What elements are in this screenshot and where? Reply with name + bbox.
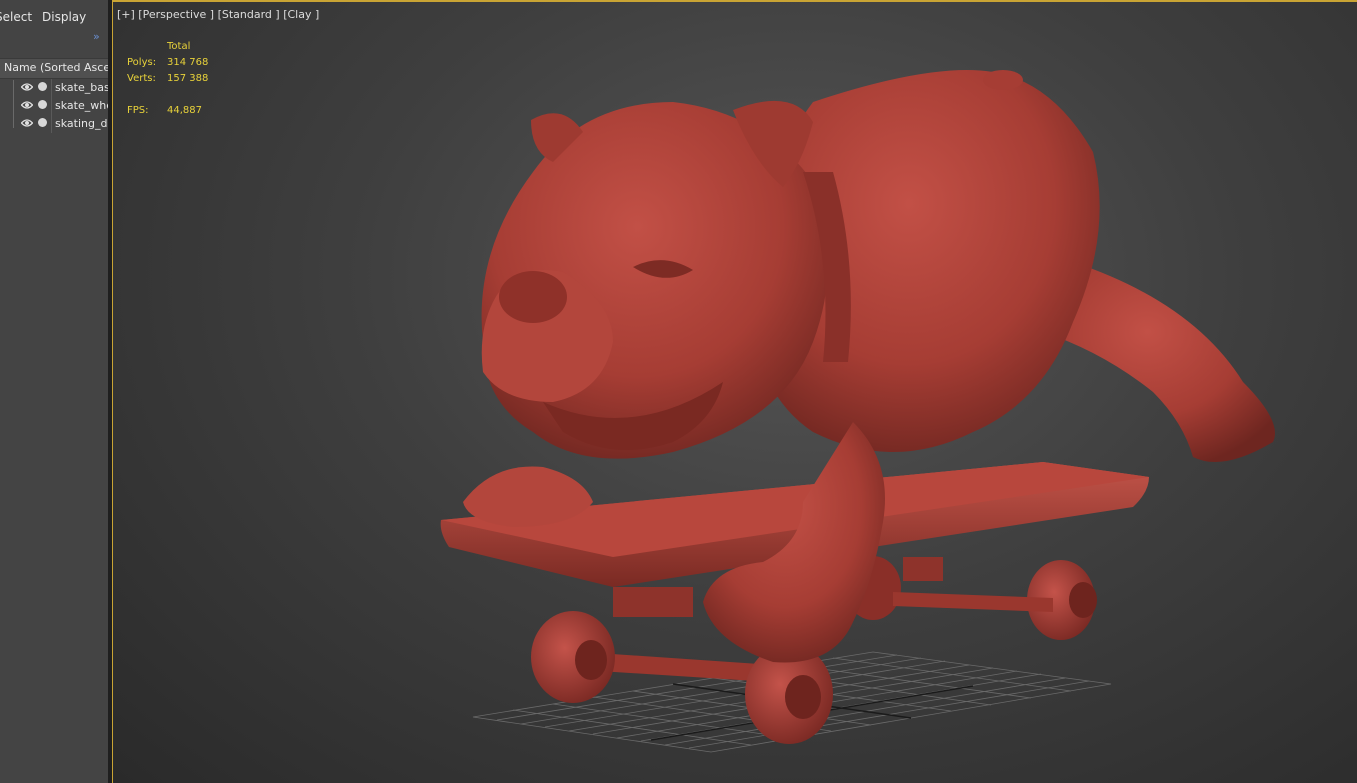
scene-item-label: skate_wheels bbox=[55, 99, 108, 112]
scene-item-skate-base[interactable]: skate_base bbox=[0, 79, 108, 97]
eye-icon[interactable] bbox=[21, 81, 33, 93]
stats-fps-label: FPS: bbox=[127, 105, 149, 116]
render-toggle-icon[interactable] bbox=[38, 100, 47, 109]
eye-icon[interactable] bbox=[21, 117, 33, 129]
scene-explorer: Select Display » Name (Sorted Ascending)… bbox=[0, 0, 108, 783]
row-divider bbox=[51, 79, 52, 97]
name-column-header[interactable]: Name (Sorted Ascending) bbox=[0, 58, 108, 79]
stats-total-label: Total bbox=[167, 41, 191, 52]
viewport-scene[interactable] bbox=[113, 2, 1357, 783]
expand-chevron-icon[interactable]: » bbox=[93, 30, 100, 43]
select-menu[interactable]: Select bbox=[0, 10, 32, 24]
scene-item-label: skate_base bbox=[55, 81, 108, 94]
perspective-viewport[interactable]: [+] [Perspective ] [Standard ] [Clay ] T… bbox=[112, 0, 1357, 783]
viewport-label[interactable]: [+] [Perspective ] [Standard ] [Clay ] bbox=[117, 8, 319, 21]
eye-icon[interactable] bbox=[21, 99, 33, 111]
stats-verts-value: 157 388 bbox=[167, 73, 209, 84]
stats-polys-value: 314 768 bbox=[167, 57, 209, 68]
display-menu[interactable]: Display bbox=[42, 10, 86, 24]
render-toggle-icon[interactable] bbox=[38, 82, 47, 91]
row-divider bbox=[51, 97, 52, 115]
stats-polys-label: Polys: bbox=[127, 57, 157, 68]
scene-item-skate-wheels[interactable]: skate_wheels bbox=[0, 97, 108, 115]
scene-item-label: skating_dog bbox=[55, 117, 108, 130]
scene-item-skating-dog[interactable]: skating_dog bbox=[0, 115, 108, 133]
row-divider bbox=[51, 115, 52, 133]
app-window: Select Display » Name (Sorted Ascending)… bbox=[0, 0, 1357, 783]
name-column-label: Name (Sorted Ascending) bbox=[4, 61, 108, 74]
render-toggle-icon[interactable] bbox=[38, 118, 47, 127]
stats-fps-value: 44,887 bbox=[167, 105, 202, 116]
stats-verts-label: Verts: bbox=[127, 73, 156, 84]
